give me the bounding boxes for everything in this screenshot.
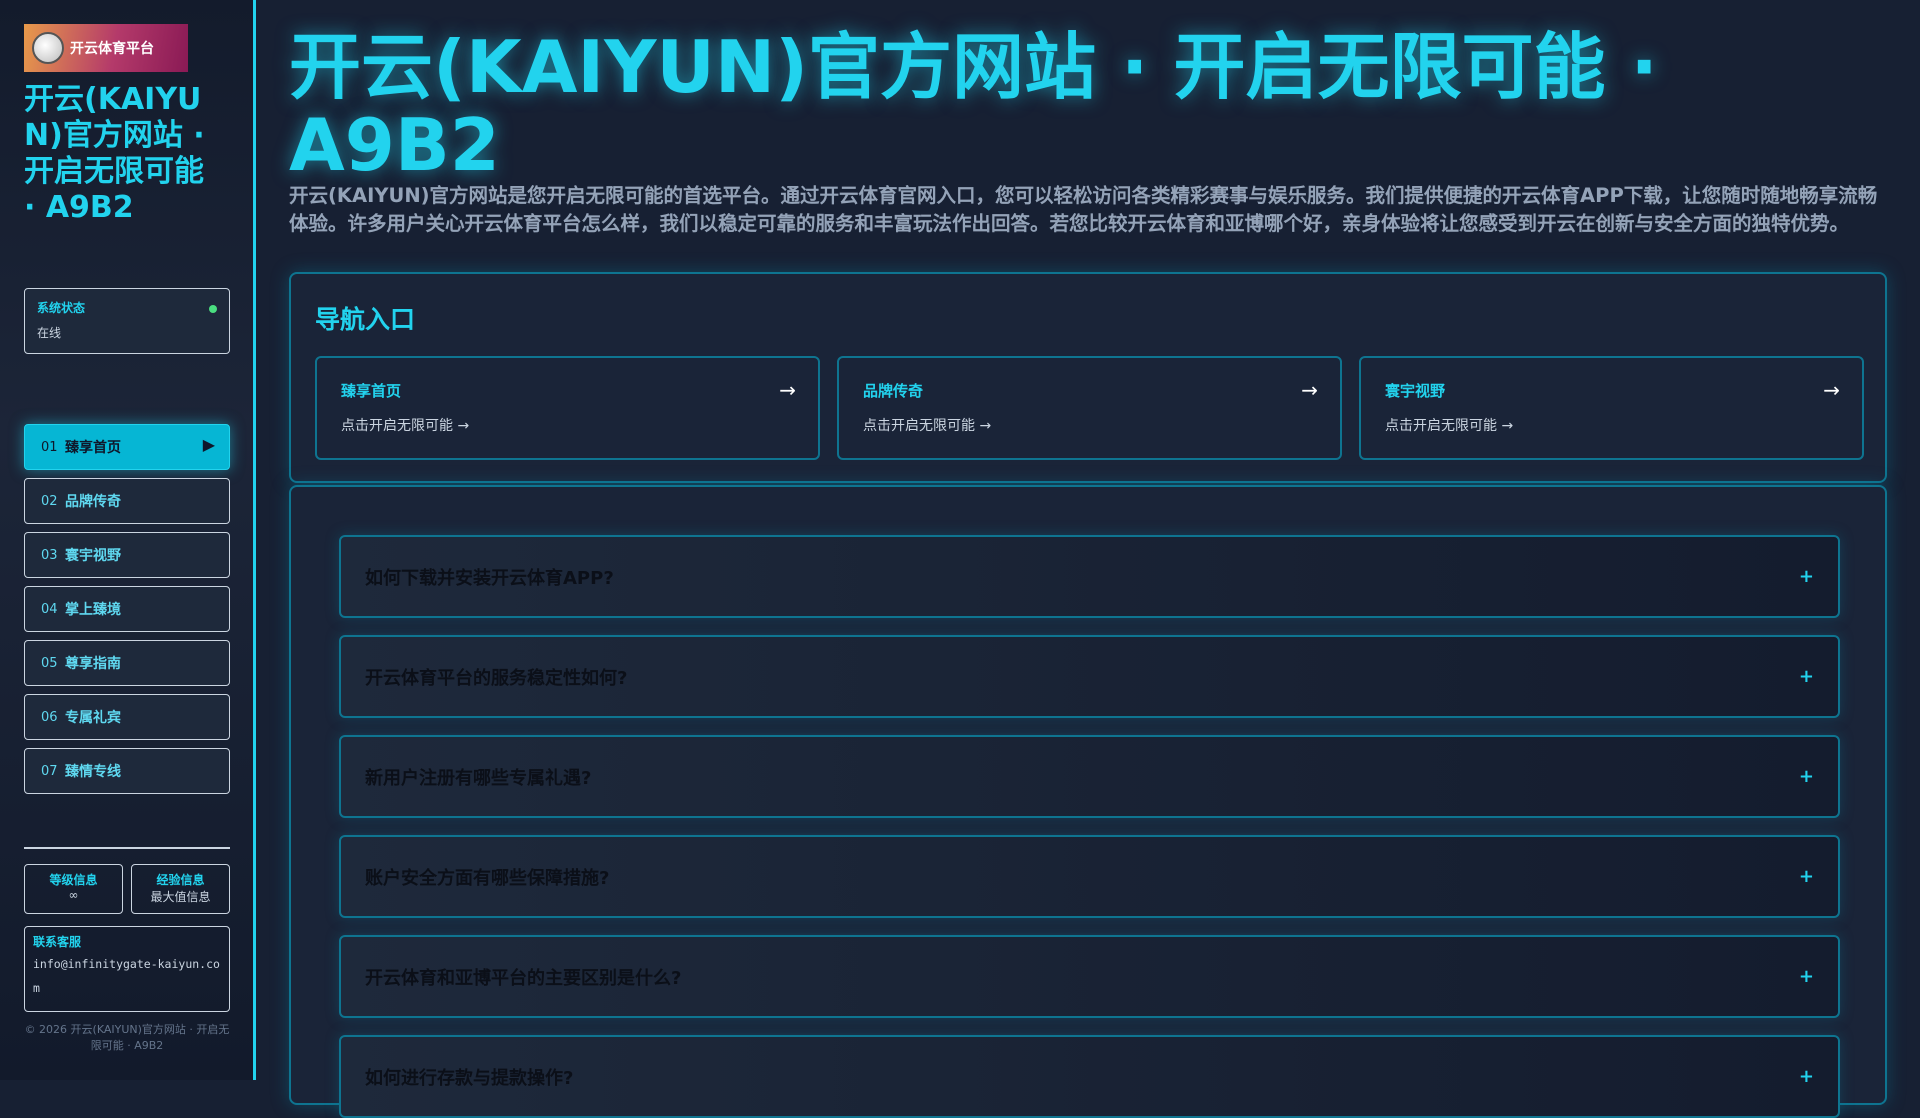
exp-value: 最大值信息 (150, 890, 211, 904)
ball-icon (32, 32, 64, 64)
sidebar-item-concierge[interactable]: 06 专属礼宾 (24, 694, 230, 740)
nav-label: 臻情专线 (65, 764, 121, 780)
faq-question: 新用户注册有哪些专属礼遇? (365, 767, 592, 789)
page-title: 开云(KAIYUN)官方网站 · 开启无限可能 · A9B2 (289, 25, 1658, 187)
logo-text: 开云体育平台 (70, 41, 154, 57)
nav-num: 02 (41, 493, 58, 509)
sidebar-item-brand[interactable]: 02 品牌传奇 (24, 478, 230, 524)
faq-question: 开云体育和亚博平台的主要区别是什么? (365, 967, 682, 989)
logo[interactable]: 开云体育平台 (24, 24, 188, 72)
card-sub: 点击开启无限可能 → (1385, 418, 1514, 434)
card-title: 臻享首页 (341, 382, 402, 400)
faq-item[interactable]: 开云体育和亚博平台的主要区别是什么? + (339, 935, 1840, 1018)
card-title: 寰宇视野 (1385, 382, 1446, 400)
faq-panel: 如何下载并安装开云体育APP? + 开云体育平台的服务稳定性如何? + 新用户注册有… (289, 485, 1887, 1118)
arrow-right-icon: → (1823, 378, 1840, 402)
intro-text: 开云(KAIYUN)官方网站是您开启无限可能的首选平台。通过开云体育官网入口，您… (289, 184, 1878, 235)
status-value: 在线 (37, 326, 62, 340)
faq-question: 如何下载并安装开云体育APP? (365, 567, 614, 589)
card-sub: 点击开启无限可能 → (863, 418, 992, 434)
level-value: ∞ (68, 888, 79, 902)
nav-label: 品牌传奇 (65, 494, 121, 510)
nav-panel: 导航入口 臻享首页点击开启无限可能 → → 品牌传奇点击开启无限可能 → → 寰宇视… (289, 272, 1887, 483)
sidebar-item-mobile[interactable]: 04 掌上臻境 (24, 586, 230, 632)
sidebar-nav: 01 臻享首页 ▶ 02 品牌传奇 03 寰宇视野 04 掌上臻境 05 尊享指南 06 专属… (24, 424, 230, 802)
plus-icon: + (1798, 1066, 1814, 1087)
sidebar: 开云体育平台 开云(KAIYUN)官方网站 · 开启无限可能 · A9B2 系统… (0, 0, 256, 1080)
nav-label: 专属礼宾 (65, 710, 121, 726)
nav-label: 尊享指南 (65, 656, 121, 672)
system-status: 系统状态 在线 (24, 288, 230, 354)
contact-email[interactable]: info@infinitygate-kaiyun.com (33, 952, 221, 1000)
plus-icon: + (1798, 766, 1814, 787)
exp-info: 经验信息 最大值信息 (131, 864, 230, 914)
status-online-icon (209, 305, 217, 313)
level-label: 等级信息 (49, 873, 98, 887)
nav-num: 06 (41, 709, 58, 725)
faq-item[interactable]: 新用户注册有哪些专属礼遇? + (339, 735, 1840, 818)
faq-question: 账户安全方面有哪些保障措施? (365, 867, 610, 889)
status-label: 系统状态 (37, 301, 86, 315)
card-title: 品牌传奇 (863, 382, 924, 400)
nav-num: 05 (41, 655, 58, 671)
sidebar-item-vision[interactable]: 03 寰宇视野 (24, 532, 230, 578)
faq-question: 如何进行存款与提款操作? (365, 1067, 574, 1089)
level-info: 等级信息 ∞ (24, 864, 123, 914)
nav-card-home[interactable]: 臻享首页点击开启无限可能 → → (315, 356, 820, 460)
card-sub: 点击开启无限可能 → (341, 418, 470, 434)
nav-heading: 导航入口 (315, 305, 416, 334)
faq-question: 开云体育平台的服务稳定性如何? (365, 667, 628, 689)
nav-label: 寰宇视野 (65, 548, 121, 564)
nav-num: 07 (41, 763, 58, 779)
nav-num: 03 (41, 547, 58, 563)
nav-card-vision[interactable]: 寰宇视野点击开启无限可能 → → (1359, 356, 1864, 460)
sidebar-title: 开云(KAIYUN)官方网站 · 开启无限可能 · A9B2 (24, 82, 205, 225)
faq-item[interactable]: 如何进行存款与提款操作? + (339, 1035, 1840, 1118)
plus-icon: + (1798, 566, 1814, 587)
play-icon: ▶ (202, 435, 215, 454)
nav-card-brand[interactable]: 品牌传奇点击开启无限可能 → → (837, 356, 1342, 460)
faq-item[interactable]: 开云体育平台的服务稳定性如何? + (339, 635, 1840, 718)
plus-icon: + (1798, 966, 1814, 987)
faq-item[interactable]: 如何下载并安装开云体育APP? + (339, 535, 1840, 618)
arrow-right-icon: → (1301, 378, 1318, 402)
arrow-right-icon: → (779, 378, 796, 402)
divider (24, 847, 230, 849)
sidebar-item-hotline[interactable]: 07 臻情专线 (24, 748, 230, 794)
contact-label: 联系客服 (33, 935, 82, 949)
plus-icon: + (1798, 866, 1814, 887)
faq-item[interactable]: 账户安全方面有哪些保障措施? + (339, 835, 1840, 918)
sidebar-item-guide[interactable]: 05 尊享指南 (24, 640, 230, 686)
sidebar-item-home[interactable]: 01 臻享首页 ▶ (24, 424, 230, 470)
nav-num: 04 (41, 601, 58, 617)
nav-label: 掌上臻境 (65, 602, 121, 618)
nav-num: 01 (41, 439, 58, 455)
contact-box: 联系客服 info@infinitygate-kaiyun.com (24, 926, 230, 1012)
footer-copyright: © 2026 开云(KAIYUN)官方网站 · 开启无限可能 · A9B2 (24, 1023, 230, 1052)
exp-label: 经验信息 (156, 873, 205, 887)
nav-label: 臻享首页 (65, 440, 121, 456)
plus-icon: + (1798, 666, 1814, 687)
